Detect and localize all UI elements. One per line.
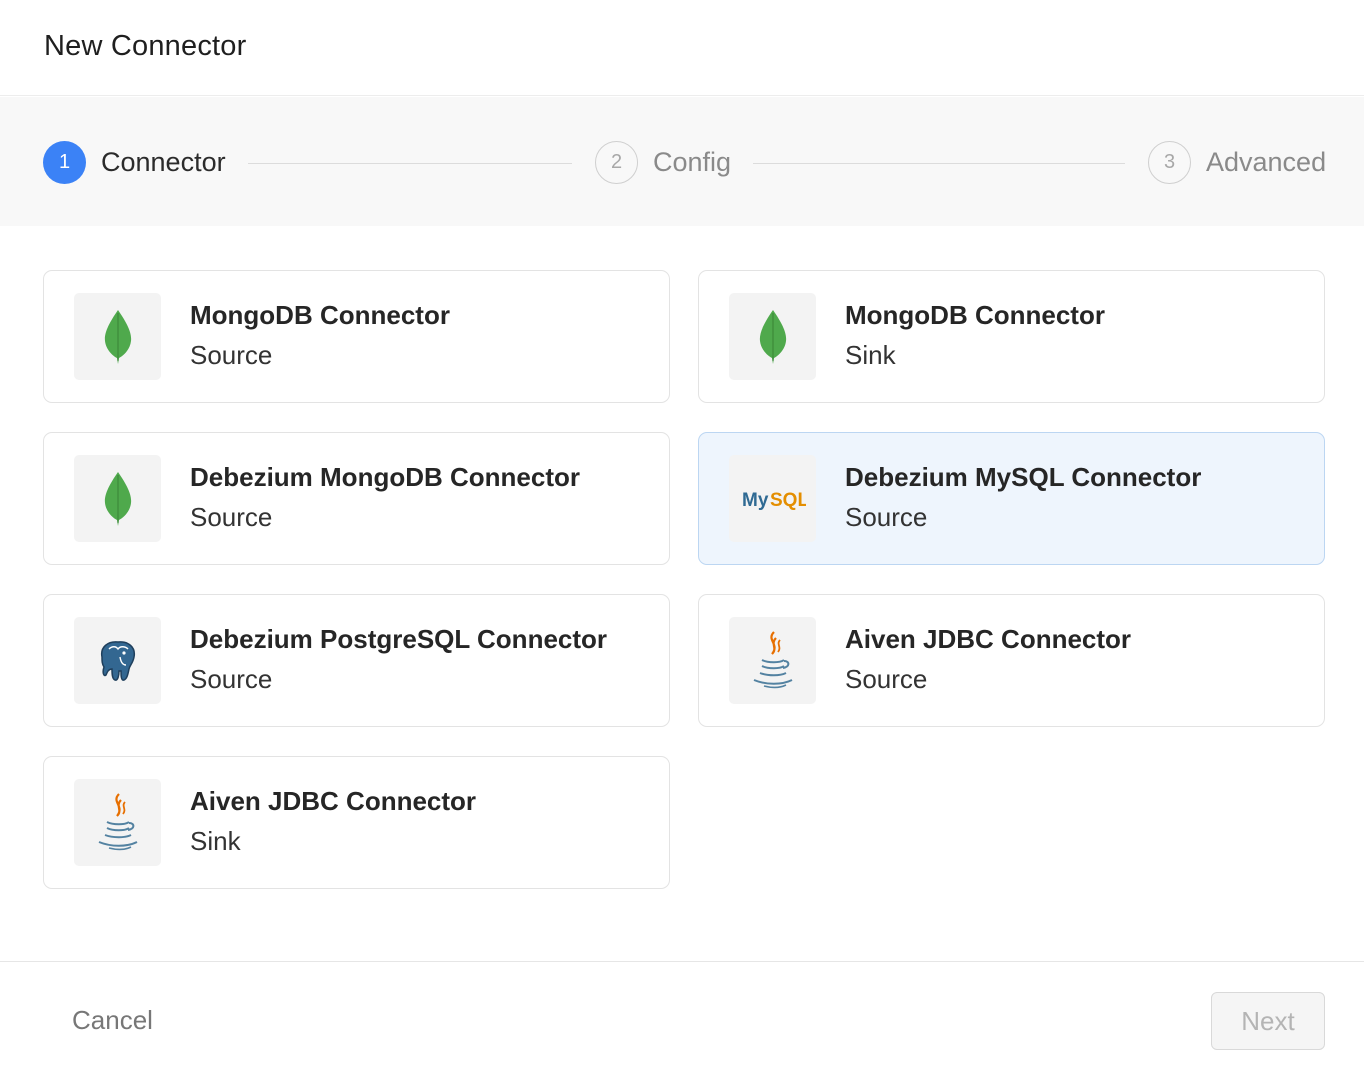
mongodb-leaf-icon — [74, 293, 161, 380]
java-cup-icon — [729, 617, 816, 704]
connector-kind: Source — [190, 664, 273, 694]
dialog-title: New Connector — [44, 30, 247, 62]
step-number: 3 — [1148, 140, 1191, 184]
step-number: 2 — [595, 140, 638, 184]
next-button[interactable]: Next — [1211, 992, 1325, 1050]
postgresql-elephant-icon — [74, 617, 161, 704]
connector-kind: Source — [190, 502, 273, 532]
mysql-logo-my: My — [742, 490, 769, 511]
step-label: Advanced — [1206, 146, 1327, 177]
connector-name: MongoDB Connector — [190, 300, 450, 330]
connector-kind: Source — [845, 664, 928, 694]
connector-name: Debezium PostgreSQL Connector — [190, 624, 608, 654]
connector-kind: Sink — [845, 340, 896, 370]
connector-card-mongodb-sink[interactable]: MongoDB Connector Sink — [698, 270, 1325, 403]
connector-name: Debezium MongoDB Connector — [190, 462, 580, 492]
step-label: Connector — [101, 146, 226, 177]
connector-kind: Source — [190, 340, 273, 370]
connector-card-debezium-postgresql-source[interactable]: Debezium PostgreSQL Connector Source — [43, 594, 670, 727]
mysql-logo-icon: My SQL — [729, 455, 816, 542]
step-connector-line — [753, 163, 1125, 164]
connector-name: MongoDB Connector — [845, 300, 1105, 330]
dialog-footer: Cancel Next — [0, 961, 1364, 1076]
step-config: 2 Config — [595, 140, 731, 184]
connector-kind: Source — [845, 502, 928, 532]
mongodb-leaf-icon — [74, 455, 161, 542]
dialog-header: New Connector — [0, 0, 1364, 96]
mongodb-leaf-icon — [729, 293, 816, 380]
connector-card-aiven-jdbc-source[interactable]: Aiven JDBC Connector Source — [698, 594, 1325, 727]
cancel-button[interactable]: Cancel — [56, 993, 169, 1047]
step-number: 1 — [43, 140, 86, 184]
mysql-logo-sql: SQL — [770, 490, 806, 511]
java-cup-icon — [74, 779, 161, 866]
step-connector: 1 Connector — [43, 140, 226, 184]
step-label: Config — [653, 146, 732, 177]
connector-card-aiven-jdbc-sink[interactable]: Aiven JDBC Connector Sink — [43, 756, 670, 889]
connector-kind: Sink — [190, 826, 241, 856]
connector-card-debezium-mongodb-source[interactable]: Debezium MongoDB Connector Source — [43, 432, 670, 565]
step-advanced: 3 Advanced — [1148, 140, 1326, 184]
connector-name: Aiven JDBC Connector — [845, 624, 1132, 654]
connector-card-mongodb-source[interactable]: MongoDB Connector Source — [43, 270, 670, 403]
connector-card-debezium-mysql-source[interactable]: My SQL Debezium MySQL Connector Source — [698, 432, 1325, 565]
connector-name: Debezium MySQL Connector — [845, 462, 1202, 492]
step-connector-line — [248, 163, 572, 164]
connector-name: Aiven JDBC Connector — [190, 786, 477, 816]
